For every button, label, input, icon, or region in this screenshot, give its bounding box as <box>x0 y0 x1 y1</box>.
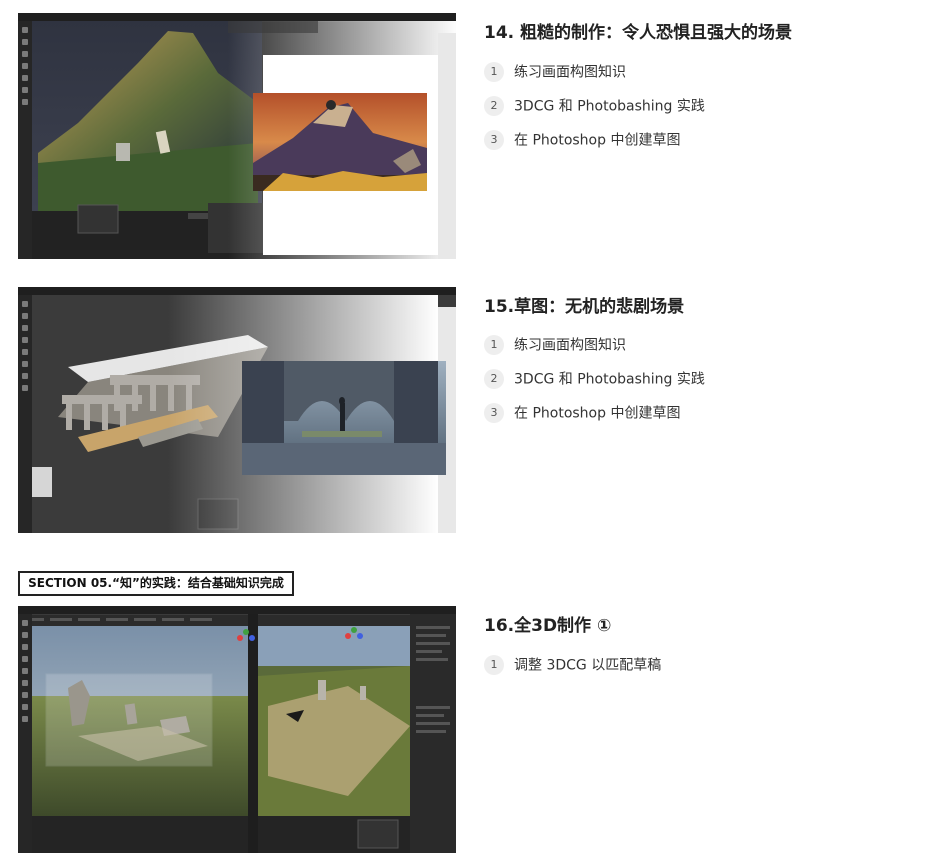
item-number-badge: 3 <box>484 129 504 150</box>
list-item: 2 3DCG 和 Photobashing 实践 <box>484 95 705 119</box>
item-number-badge: 1 <box>484 654 504 675</box>
lesson-title: 14. 粗糙的制作：令人恐惧且强大的场景 <box>484 23 793 43</box>
item-text: 练习画面构图知识 <box>514 337 626 354</box>
item-text: 3DCG 和 Photobashing 实践 <box>514 98 705 115</box>
item-text: 在 Photoshop 中创建草图 <box>514 405 681 422</box>
item-number-badge: 2 <box>484 95 504 116</box>
lesson-thumbnail[interactable] <box>18 13 456 259</box>
list-item: 3 在 Photoshop 中创建草图 <box>484 402 680 426</box>
item-number-badge: 3 <box>484 402 504 423</box>
photoshop-ruins-painting <box>242 361 446 475</box>
grassland-3d-render <box>32 614 456 853</box>
list-item: 1 调整 3DCG 以匹配草稿 <box>484 654 661 678</box>
section-header: SECTION 05.“知”的实践：结合基础知识完成 <box>18 571 294 596</box>
lesson-title: 15.草图：无机的悲剧场景 <box>484 297 685 317</box>
item-text: 练习画面构图知识 <box>514 64 626 81</box>
item-text: 调整 3DCG 以匹配草稿 <box>514 657 662 674</box>
photoshop-mountain-painting <box>253 93 427 191</box>
item-number-badge: 1 <box>484 61 504 82</box>
list-item: 2 3DCG 和 Photobashing 实践 <box>484 368 705 392</box>
item-number-badge: 2 <box>484 368 504 389</box>
lesson-title: 16.全3D制作 ① <box>484 616 612 636</box>
lesson-thumbnail[interactable] <box>18 606 456 853</box>
item-text: 在 Photoshop 中创建草图 <box>514 132 681 149</box>
item-number-badge: 1 <box>484 334 504 355</box>
list-item: 1 练习画面构图知识 <box>484 334 626 358</box>
item-text: 3DCG 和 Photobashing 实践 <box>514 371 705 388</box>
list-item: 1 练习画面构图知识 <box>484 61 626 85</box>
list-item: 3 在 Photoshop 中创建草图 <box>484 129 680 153</box>
lesson-thumbnail[interactable] <box>18 287 456 533</box>
